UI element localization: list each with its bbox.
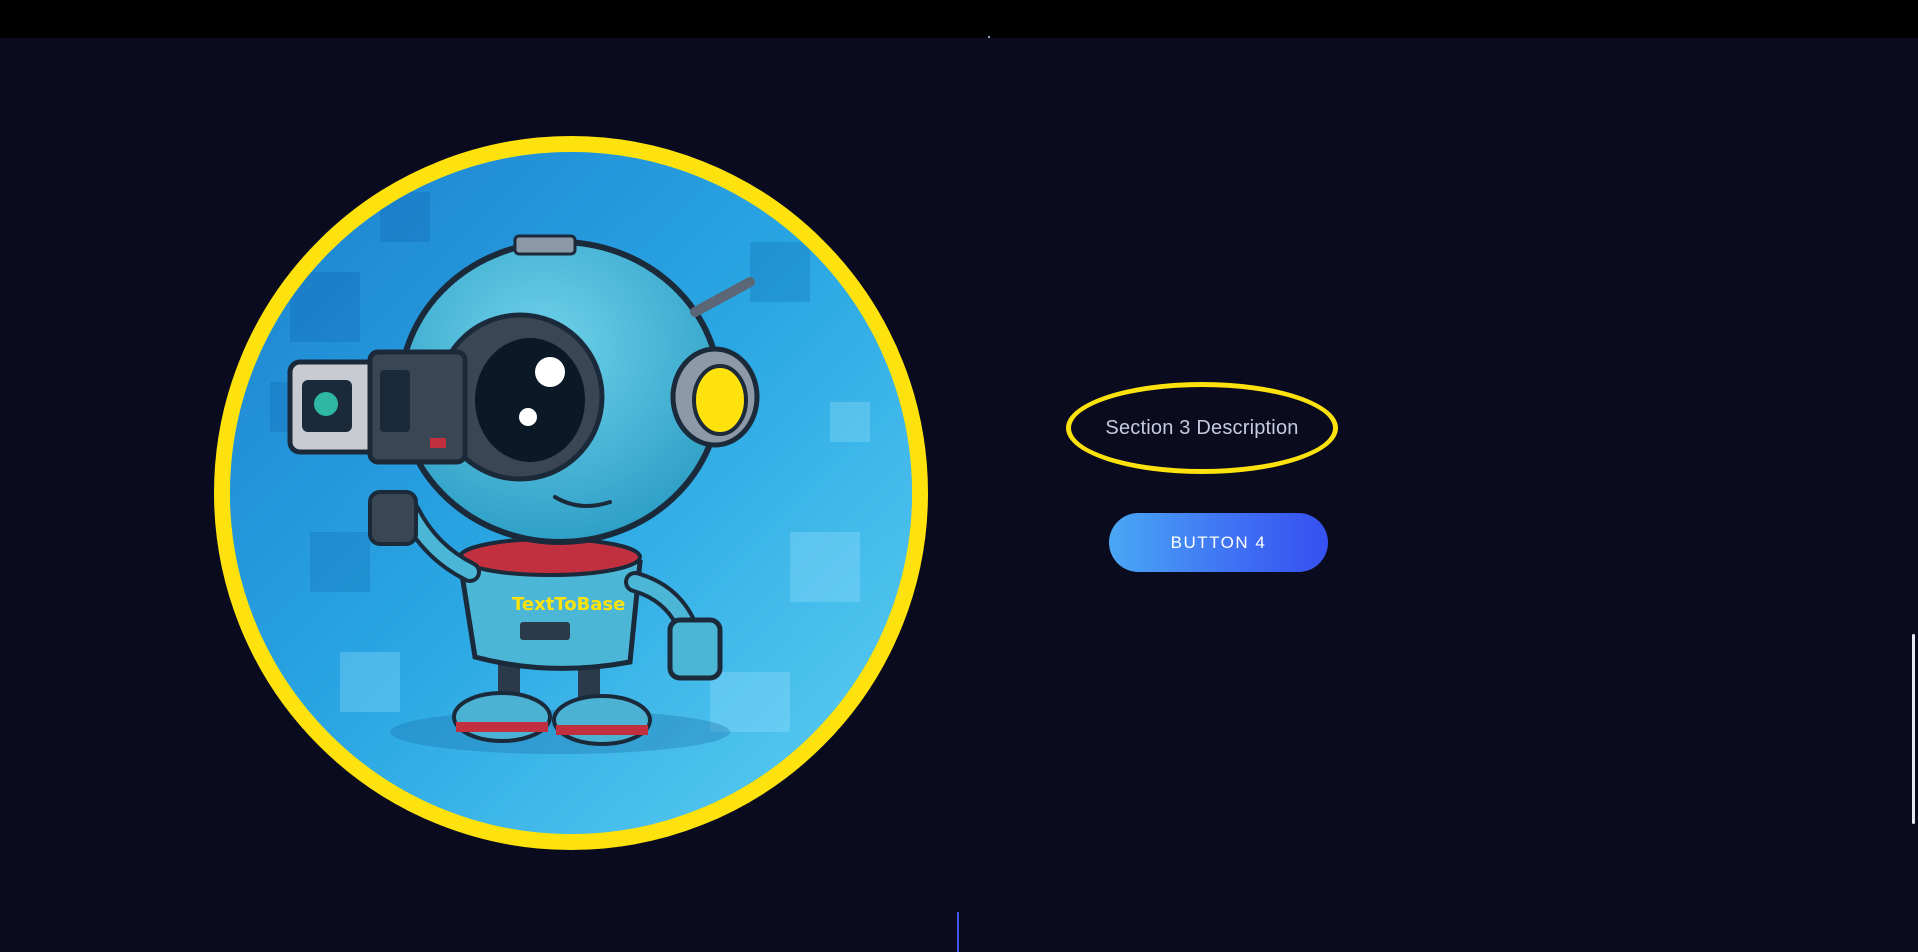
section-description: Section 3 Description xyxy=(1105,416,1299,439)
button-4[interactable]: BUTTON 4 xyxy=(1109,513,1328,572)
section-description-highlight: Section 3 Description xyxy=(1066,382,1338,474)
robot-camera-icon: TextToBase xyxy=(230,152,912,834)
robot-mascot-image: TextToBase xyxy=(214,136,928,850)
page-scrollbar-thumb[interactable] xyxy=(1912,634,1915,824)
top-bar xyxy=(0,0,1918,38)
section-divider-line xyxy=(957,912,959,952)
svg-text:TextToBase: TextToBase xyxy=(512,594,625,615)
top-bar-marker xyxy=(988,36,990,38)
